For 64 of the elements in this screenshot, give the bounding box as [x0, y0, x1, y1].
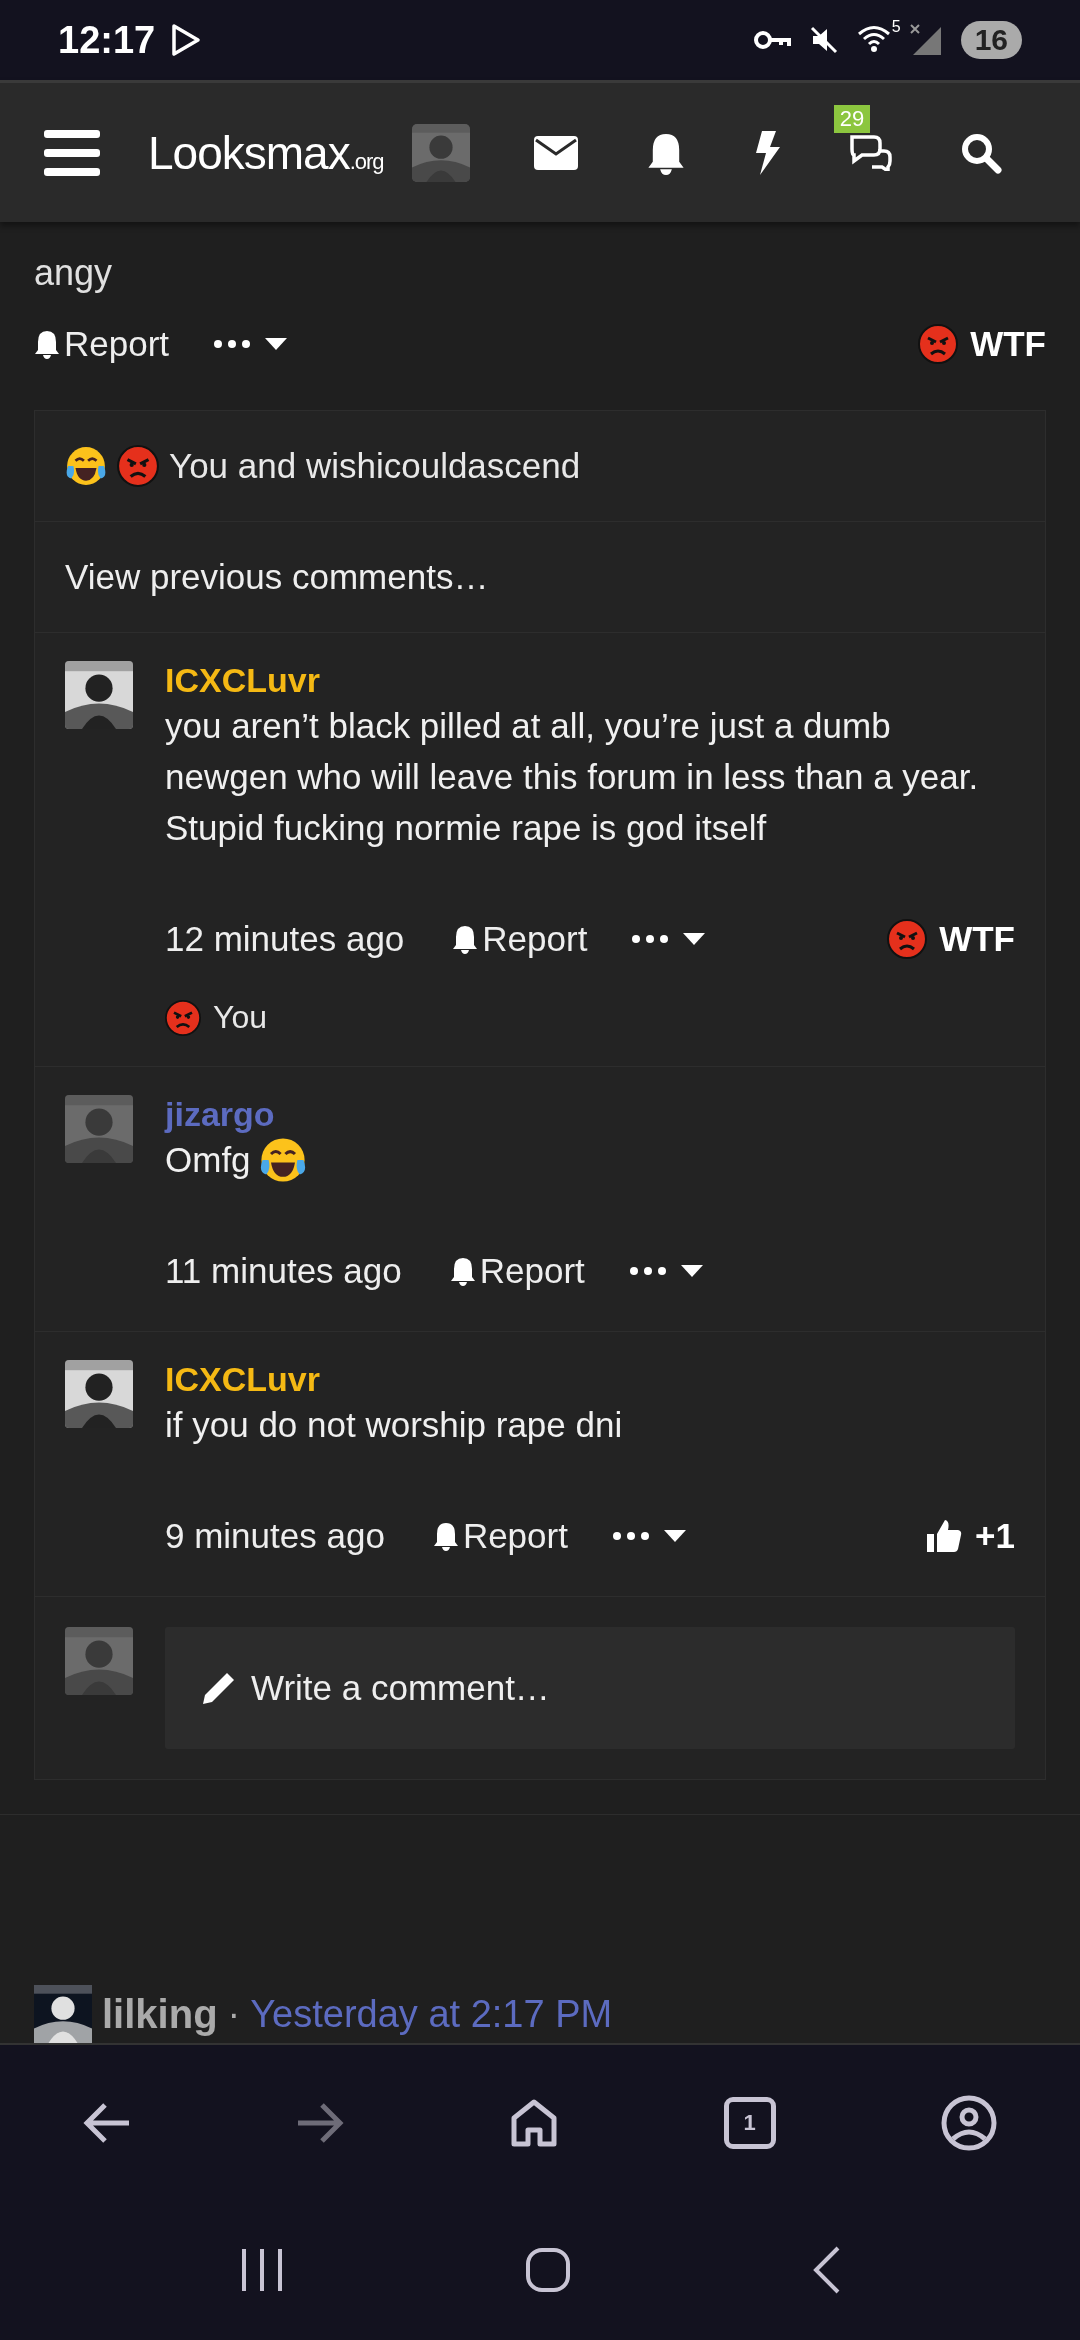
play-store-icon [171, 23, 202, 57]
caret-icon[interactable] [265, 338, 288, 350]
more-options-icon[interactable] [611, 1531, 650, 1541]
tab-count-button[interactable]: 1 [723, 2096, 776, 2149]
bell-icon [432, 1521, 459, 1551]
angry-face-icon [165, 999, 201, 1036]
username-link[interactable]: ICXCLuvr [165, 661, 1015, 700]
battery-indicator: 16 [960, 21, 1022, 59]
username-link[interactable]: lilking [102, 1991, 218, 2037]
caret-icon[interactable] [663, 1530, 686, 1542]
reactions-summary[interactable]: You and wishicouldascend [169, 446, 581, 486]
report-link[interactable]: Report [449, 1251, 585, 1291]
mute-icon [808, 25, 839, 55]
caret-icon[interactable] [680, 1265, 703, 1277]
report-link[interactable]: Report [432, 1516, 568, 1556]
lightning-icon[interactable] [753, 130, 780, 175]
envelope-icon[interactable] [533, 135, 578, 170]
comment-text: if you do not worship rape dni [165, 1404, 623, 1446]
angry-face-icon [918, 324, 959, 364]
search-icon[interactable] [959, 131, 1002, 174]
wifi-icon [856, 24, 891, 52]
timestamp: 12 minutes ago [165, 919, 405, 959]
more-options-icon[interactable] [213, 339, 252, 349]
crying-laughing-face-icon [65, 445, 107, 487]
account-icon[interactable] [941, 2094, 998, 2151]
back-arrow-icon[interactable] [82, 2102, 131, 2143]
more-options-icon[interactable] [631, 934, 670, 944]
bell-icon [452, 924, 479, 954]
back-icon[interactable] [811, 2246, 840, 2294]
reaction-label[interactable]: WTF [970, 324, 1046, 364]
site-logo[interactable]: Looksmax.org [148, 125, 384, 180]
placeholder-text: Write a comment… [251, 1668, 550, 1708]
pencil-icon [201, 1670, 237, 1706]
comment-text: Omfg [165, 1139, 251, 1181]
angry-face-icon [887, 919, 928, 959]
caret-icon[interactable] [683, 933, 706, 945]
report-link[interactable]: Report [452, 919, 588, 959]
reaction-label[interactable]: +1 [975, 1516, 1015, 1556]
home-icon[interactable] [510, 2097, 558, 2148]
username-link[interactable]: ICXCLuvr [165, 1360, 1015, 1399]
key-icon [752, 30, 791, 50]
home-button-icon[interactable] [525, 2247, 571, 2293]
wifi-standard-label: 5 [891, 18, 901, 36]
view-previous-link[interactable]: View previous comments… [65, 557, 489, 597]
report-link[interactable]: Report [34, 324, 170, 364]
unread-count-badge: 29 [833, 104, 871, 133]
crying-laughing-face-icon [258, 1135, 307, 1184]
bell-icon [34, 329, 60, 359]
post-text: angy [33, 251, 114, 294]
reaction-label[interactable]: WTF [939, 919, 1015, 959]
angry-face-icon [117, 445, 159, 487]
forward-arrow-icon[interactable] [296, 2102, 345, 2143]
bell-icon [449, 1256, 476, 1286]
comment-input[interactable]: Write a comment… [165, 1627, 1015, 1749]
clock-time: 12:17 [58, 18, 156, 62]
menu-icon[interactable] [44, 129, 100, 176]
comment-text: you aren’t black pilled at all, you’re just a dumb newgen who will leave this forum in less than a year. Stupid fucking normie rape is god itself [165, 705, 980, 849]
reacted-by-text[interactable]: You [213, 999, 267, 1036]
timestamp: 11 minutes ago [165, 1251, 402, 1291]
recent-apps-icon[interactable] [240, 2247, 285, 2293]
more-options-icon[interactable] [628, 1266, 667, 1276]
timestamp: 9 minutes ago [165, 1516, 385, 1556]
signal-icon [908, 23, 943, 57]
separator-dot: · [227, 1992, 241, 2036]
